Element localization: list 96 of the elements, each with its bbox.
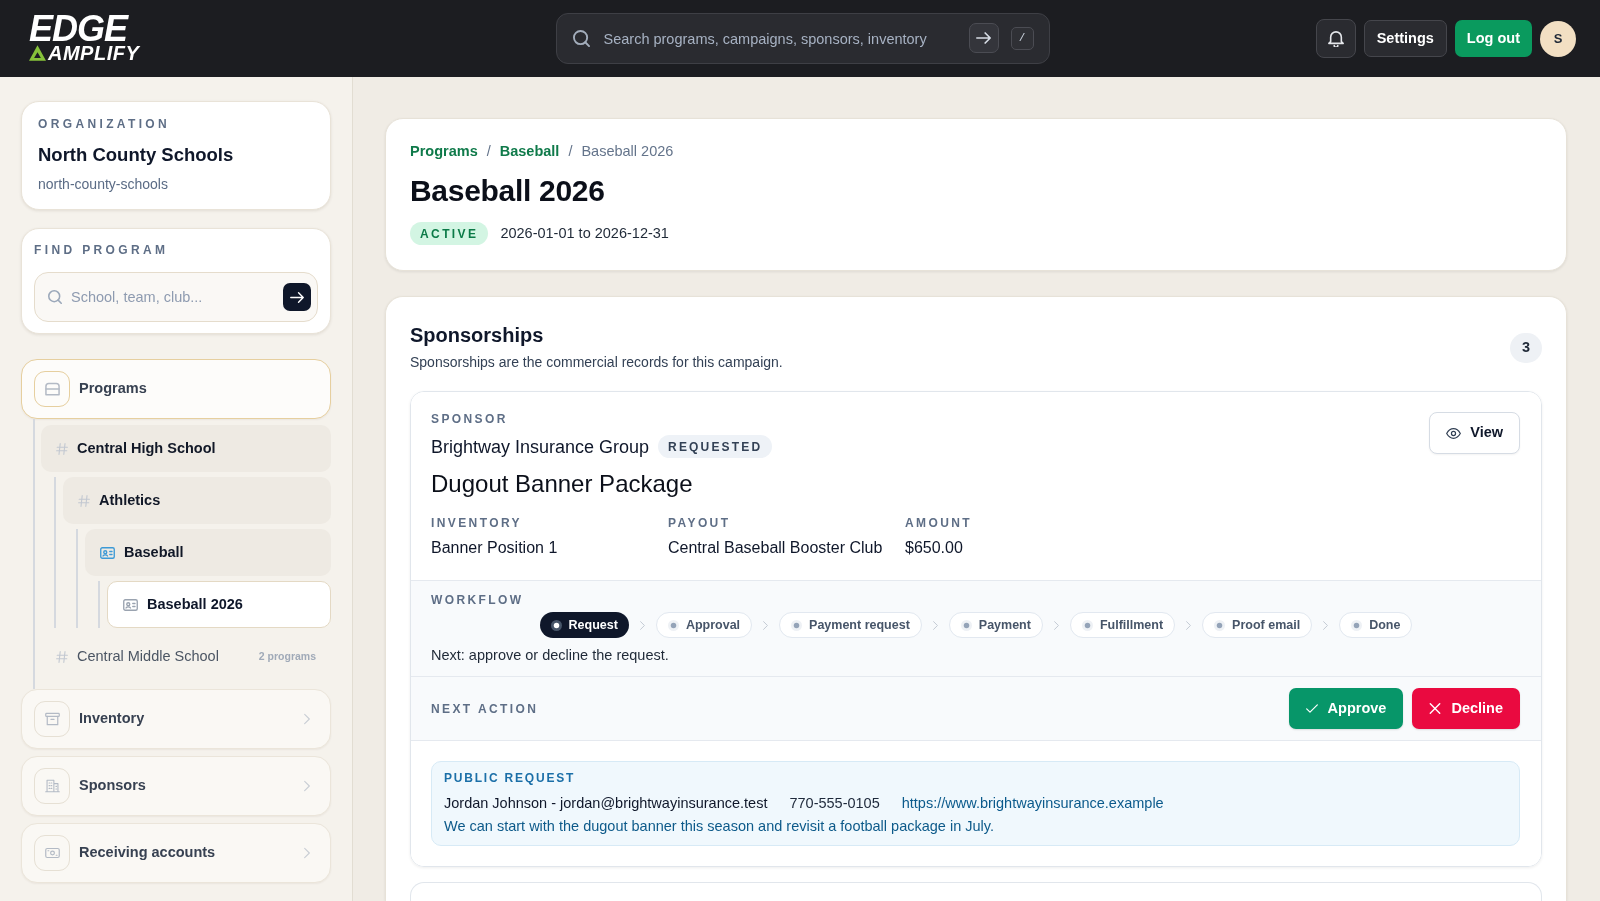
- field-label: WORKFLOW: [431, 593, 525, 607]
- building-icon: [34, 768, 70, 804]
- chevron-right-icon: [304, 847, 310, 859]
- field-label: AMOUNT: [905, 516, 973, 530]
- chevron-right-icon: [932, 620, 938, 630]
- field-value: $650.00: [905, 538, 964, 558]
- eye-icon: [1446, 427, 1462, 439]
- field-label: PAYOUT: [668, 516, 732, 530]
- status-dot-icon: [960, 619, 972, 631]
- section-label: FIND PROGRAM: [34, 243, 170, 257]
- status-dot-icon: [550, 619, 562, 631]
- chevron-right-icon: [1323, 620, 1329, 630]
- program-search-field[interactable]: School, team, club...: [34, 272, 318, 322]
- search-icon: [572, 30, 590, 47]
- approve-button[interactable]: Approve: [1288, 688, 1404, 729]
- breadcrumb-link[interactable]: Baseball: [499, 141, 560, 161]
- check-icon: [1305, 703, 1318, 714]
- website-link[interactable]: https://www.brightwayinsurance.example: [901, 794, 1164, 812]
- request-message: We can start with the dugout banner this season and revisit a football package in July.: [444, 817, 995, 835]
- status-dot-icon: [791, 619, 803, 631]
- package-title: Dugout Banner Package: [431, 469, 694, 499]
- logo-text: AMPLIFY: [48, 44, 140, 62]
- banknote-icon: [34, 835, 70, 871]
- breadcrumb-current: Baseball 2026: [581, 142, 674, 161]
- hash-icon: [78, 494, 90, 507]
- chevron-right-icon: [304, 780, 310, 792]
- section-description: Sponsorships are the commercial records for this campaign.: [410, 353, 783, 371]
- workflow-step[interactable]: Payment request: [779, 612, 922, 638]
- hash-icon: [56, 650, 68, 663]
- phone-text: 770-555-0105: [789, 794, 880, 812]
- nav-item[interactable]: Inventory: [21, 689, 331, 749]
- bell-icon: [1327, 30, 1344, 47]
- nav-item[interactable]: Sponsors: [21, 756, 331, 816]
- status-dot-icon: [1214, 619, 1226, 631]
- tree-item[interactable]: Baseball 2026: [107, 581, 331, 628]
- tree-item[interactable]: Athletics: [63, 477, 331, 524]
- status-dot-icon: [667, 619, 679, 631]
- breadcrumb-separator: /: [486, 142, 491, 161]
- chevron-right-icon: [639, 620, 645, 630]
- close-icon: [1429, 703, 1442, 714]
- field-label: NEXT ACTION: [431, 700, 539, 718]
- tree-item[interactable]: Central High School: [41, 425, 331, 472]
- view-button[interactable]: View: [1429, 412, 1520, 454]
- workflow-step[interactable]: Proof email: [1202, 612, 1313, 638]
- field-label: INVENTORY: [431, 516, 523, 530]
- id-card-icon: [100, 546, 115, 559]
- chevron-right-icon: [1186, 620, 1192, 630]
- triangle-logo-icon: [29, 45, 46, 61]
- search-submit-button[interactable]: [283, 283, 311, 311]
- section-title: Sponsorships: [410, 323, 545, 347]
- arrow-right-icon: [290, 291, 304, 303]
- breadcrumb-link[interactable]: Programs: [410, 141, 478, 161]
- arrow-right-icon: [976, 32, 991, 44]
- archive-box-icon: [34, 701, 70, 737]
- organization-name: North County Schools: [38, 144, 235, 166]
- next-step-text: Next: approve or decline the request.: [431, 646, 670, 664]
- box-icon: [34, 371, 70, 407]
- status-dot-icon: [1351, 619, 1363, 631]
- avatar[interactable]: S: [1540, 20, 1576, 57]
- status-badge: ACTIVE: [410, 222, 489, 245]
- page-title: Baseball 2026: [410, 173, 606, 209]
- program-count: 2 programs: [258, 648, 316, 664]
- hash-icon: [56, 442, 68, 455]
- contact-text: Jordan Johnson - jordan@brightwayinsurance.test: [444, 794, 768, 812]
- workflow-step[interactable]: Request: [539, 612, 629, 638]
- nav-item[interactable]: Receiving accounts: [21, 823, 331, 883]
- search-submit-button[interactable]: [968, 23, 999, 53]
- settings-button[interactable]: Settings: [1363, 20, 1447, 57]
- field-label: SPONSOR: [431, 412, 509, 426]
- tree-item[interactable]: Central Middle School 2 programs: [41, 633, 331, 680]
- sponsor-name: Brightway Insurance Group: [431, 435, 650, 458]
- status-dot-icon: [1081, 619, 1093, 631]
- breadcrumb-separator: /: [568, 142, 573, 161]
- search-icon: [48, 290, 62, 304]
- date-range: 2026-01-01 to 2026-12-31: [500, 223, 669, 243]
- decline-button[interactable]: Decline: [1412, 688, 1520, 729]
- chevron-right-icon: [763, 620, 769, 630]
- chevron-right-icon: [304, 713, 310, 725]
- status-badge: REQUESTED: [658, 435, 773, 458]
- logout-button[interactable]: Log out: [1454, 20, 1532, 57]
- panel-label: PUBLIC REQUEST: [444, 771, 577, 785]
- tree-item[interactable]: Baseball: [85, 529, 331, 576]
- field-value: Banner Position 1: [431, 538, 559, 558]
- workflow-step[interactable]: Fulfillment: [1069, 612, 1176, 638]
- workflow-step[interactable]: Payment: [948, 612, 1043, 638]
- section-label: ORGANIZATION: [38, 117, 172, 131]
- nav-item[interactable]: Programs: [21, 359, 331, 419]
- count-badge: 3: [1510, 333, 1542, 363]
- logo-text: EDGE: [29, 15, 129, 42]
- workflow-step[interactable]: Approval: [655, 612, 753, 638]
- id-card-icon: [123, 598, 138, 611]
- field-value: Central Baseball Booster Club: [668, 538, 884, 558]
- organization-slug: north-county-schools: [38, 175, 169, 193]
- notifications-button[interactable]: [1315, 19, 1356, 58]
- workflow-step[interactable]: Done: [1339, 612, 1413, 638]
- chevron-right-icon: [1053, 620, 1059, 630]
